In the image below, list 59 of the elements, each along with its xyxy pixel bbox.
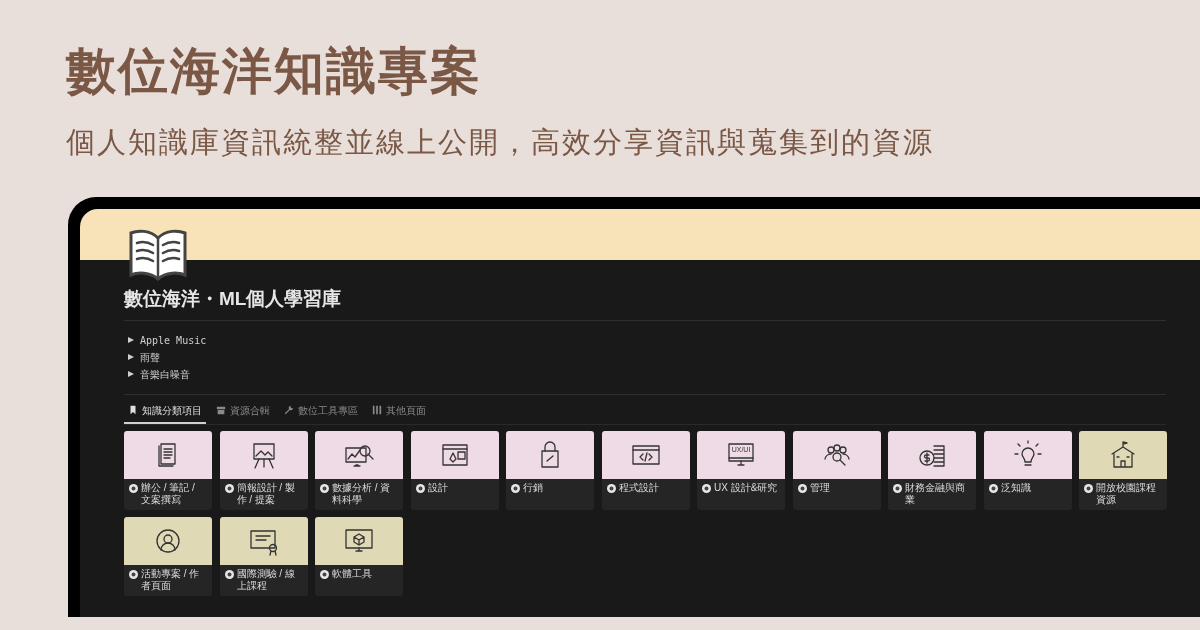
category-card[interactable]: 財務金融與商業 xyxy=(888,430,976,510)
card-label: 財務金融與商業 xyxy=(905,481,966,506)
category-card[interactable]: 管理 xyxy=(792,430,881,510)
card-label: 泛知識 xyxy=(1000,481,1031,494)
category-card[interactable]: 泛知識 xyxy=(983,430,1072,510)
emoji-icon xyxy=(415,483,425,493)
emoji-icon xyxy=(224,569,234,579)
category-card[interactable]: 辦公 / 筆記 / 文案撰寫 xyxy=(124,430,212,510)
open-book-icon xyxy=(128,228,188,282)
emoji-icon xyxy=(320,483,329,493)
category-card[interactable]: 開放校園課程資源 xyxy=(1079,430,1167,510)
view-tab[interactable]: 數位工具專區 xyxy=(280,402,362,424)
toggle-label[interactable]: 音樂白噪音 xyxy=(140,366,190,382)
card-label: 簡報設計 / 製作 / 提案 xyxy=(236,481,296,506)
emoji-icon xyxy=(224,483,234,493)
category-card[interactable]: 簡報設計 / 製作 / 提案 xyxy=(219,430,308,510)
category-card[interactable]: 國際測驗 / 線上課程 xyxy=(219,516,308,596)
headline: 數位海洋知識專案 xyxy=(66,46,483,96)
toggle-label[interactable]: Apple Music xyxy=(140,332,207,348)
page-title: 數位海洋・ML個人學習庫 xyxy=(124,285,1166,321)
card-label: 活動專案 / 作者頁面 xyxy=(141,567,201,592)
card-label: 辦公 / 筆記 / 文案撰寫 xyxy=(141,481,196,506)
card-label: 行銷 xyxy=(523,481,543,494)
columns-icon xyxy=(372,405,382,415)
emoji-icon xyxy=(320,569,329,579)
card-label: 數據分析 / 資料科學 xyxy=(332,481,392,506)
emoji-icon xyxy=(797,483,807,493)
bookmark-icon xyxy=(128,405,138,415)
card-label: 國際測驗 / 線上課程 xyxy=(236,567,296,592)
emoji-icon xyxy=(129,569,138,579)
toggle-arrow-icon[interactable] xyxy=(128,354,134,360)
toggle-arrow-icon[interactable] xyxy=(128,337,134,343)
toggle-label[interactable]: 雨聲 xyxy=(140,349,160,365)
card-label: 程式設計 xyxy=(618,481,659,494)
emoji-icon xyxy=(893,483,902,493)
card-label: UX 設計&研究 xyxy=(714,481,778,494)
category-card[interactable]: 設計 xyxy=(410,430,499,510)
emoji-icon xyxy=(1084,483,1093,493)
toggle-arrow-icon[interactable] xyxy=(128,371,134,377)
emoji-icon xyxy=(129,483,138,493)
category-card[interactable]: 軟體工具 xyxy=(315,516,403,596)
tool-icon xyxy=(284,405,294,415)
view-tab[interactable]: 其他頁面 xyxy=(368,402,430,424)
card-label: 管理 xyxy=(809,481,830,494)
category-card[interactable]: 數據分析 / 資料科學 xyxy=(315,430,403,510)
card-label: 設計 xyxy=(427,481,448,494)
view-tab[interactable]: 知識分類項目 xyxy=(124,402,206,424)
emoji-icon xyxy=(511,483,520,493)
card-label: 軟體工具 xyxy=(332,567,372,580)
emoji-icon xyxy=(988,483,998,493)
emoji-icon xyxy=(606,483,616,493)
subheadline: 個人知識庫資訊統整並線上公開，高效分享資訊與蒐集到的資源 xyxy=(66,128,935,157)
card-label: 開放校園課程資源 xyxy=(1096,481,1157,506)
view-tab[interactable]: 資源合輯 xyxy=(212,402,274,424)
category-card[interactable]: 活動專案 / 作者頁面 xyxy=(124,516,212,596)
archive-icon xyxy=(216,405,226,415)
category-card[interactable]: 行銷 xyxy=(506,430,594,510)
category-card[interactable]: 程式設計 xyxy=(601,430,690,510)
emoji-icon xyxy=(702,483,711,493)
